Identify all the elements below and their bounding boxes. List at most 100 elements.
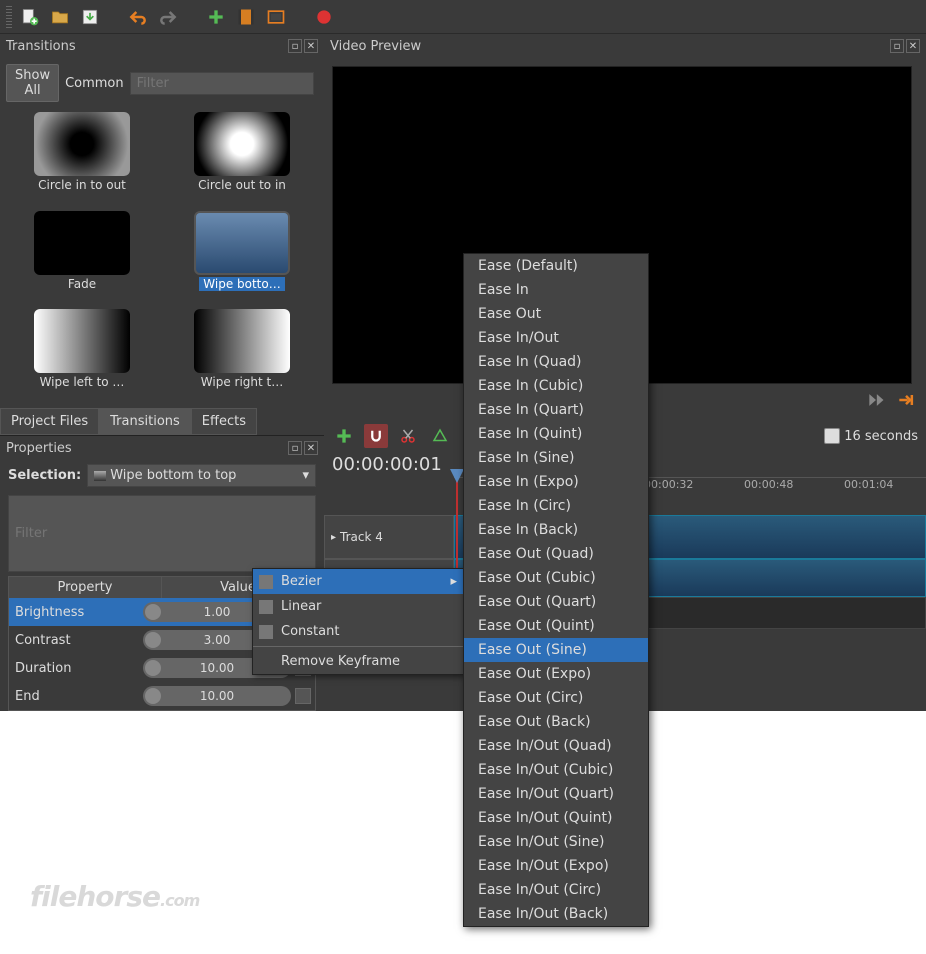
transition-thumb (194, 309, 290, 373)
timecode[interactable]: 00:00:00:01 (324, 452, 450, 477)
easing-item[interactable]: Ease (Default) (464, 254, 648, 278)
easing-item[interactable]: Ease Out (464, 302, 648, 326)
easing-item[interactable]: Ease In/Out (Sine) (464, 830, 648, 854)
transition-thumb (34, 309, 130, 373)
ctx-item-bezier[interactable]: Bezier▸ (253, 569, 463, 594)
jump-end-icon[interactable] (894, 388, 918, 412)
easing-item[interactable]: Ease In (Quad) (464, 350, 648, 374)
transitions-title-text: Transitions (6, 39, 76, 54)
easing-item[interactable]: Ease In/Out (Back) (464, 902, 648, 926)
properties-panel-title: Properties ▫ ✕ (0, 436, 324, 460)
redo-icon[interactable] (156, 5, 180, 29)
ctx-item-remove-keyframe[interactable]: Remove Keyframe (253, 649, 463, 674)
transition-item[interactable]: Wipe botto… (164, 211, 320, 306)
property-row[interactable]: End10.00 (9, 682, 315, 710)
undo-icon[interactable] (126, 5, 150, 29)
video-preview-title: Video Preview ▫ ✕ (324, 34, 926, 58)
panel-close-icon[interactable]: ✕ (304, 441, 318, 455)
transition-thumb (194, 211, 290, 275)
selection-combo[interactable]: Wipe bottom to top ▾ (87, 464, 316, 487)
transition-item[interactable]: Circle in to out (4, 112, 160, 207)
panel-tabs: Project FilesTransitionsEffects (0, 408, 324, 436)
easing-item[interactable]: Ease Out (Quad) (464, 542, 648, 566)
track-header[interactable]: Track 4 (324, 515, 454, 559)
tab-project-files[interactable]: Project Files (0, 408, 99, 435)
easing-item[interactable]: Ease Out (Back) (464, 710, 648, 734)
easing-item[interactable]: Ease Out (Expo) (464, 662, 648, 686)
easing-item[interactable]: Ease In (Quint) (464, 422, 648, 446)
transition-label: Fade (68, 277, 96, 291)
easing-item[interactable]: Ease Out (Quint) (464, 614, 648, 638)
panel-close-icon[interactable]: ✕ (304, 39, 318, 53)
easing-item[interactable]: Ease In (Cubic) (464, 374, 648, 398)
cut-icon[interactable] (396, 424, 420, 448)
ctx-item-linear[interactable]: Linear (253, 594, 463, 619)
save-file-icon[interactable] (78, 5, 102, 29)
add-icon[interactable] (204, 5, 228, 29)
easing-item[interactable]: Ease In/Out (Expo) (464, 854, 648, 878)
film-icon[interactable] (234, 5, 258, 29)
fullscreen-icon[interactable] (264, 5, 288, 29)
interp-icon (259, 600, 273, 614)
common-label[interactable]: Common (65, 76, 124, 91)
transition-item[interactable]: Wipe right t… (164, 309, 320, 404)
transition-filter-input[interactable] (130, 72, 314, 95)
fast-forward-icon[interactable] (864, 388, 888, 412)
transition-item[interactable]: Fade (4, 211, 160, 306)
property-name: Brightness (9, 605, 139, 620)
ctx-label: Remove Keyframe (281, 654, 400, 669)
easing-item[interactable]: Ease In (Quart) (464, 398, 648, 422)
record-icon[interactable] (312, 5, 336, 29)
transitions-grid: Circle in to out Circle out to in Fade Wipe… (0, 108, 324, 408)
property-slider[interactable]: 10.00 (143, 686, 291, 706)
track-name: Track 4 (340, 530, 383, 544)
transition-item[interactable]: Wipe left to … (4, 309, 160, 404)
show-all-button[interactable]: Show All (6, 64, 59, 102)
watermark: filehorse.com (30, 880, 199, 913)
easing-item[interactable]: Ease Out (Sine) (464, 638, 648, 662)
easing-item[interactable]: Ease In (Back) (464, 518, 648, 542)
transition-thumb (34, 211, 130, 275)
toolbar-grip[interactable] (6, 6, 12, 28)
snap-duration: 16 seconds (844, 429, 918, 444)
easing-item[interactable]: Ease In (Sine) (464, 446, 648, 470)
marker-add-icon[interactable] (428, 424, 452, 448)
new-file-icon[interactable] (18, 5, 42, 29)
easing-item[interactable]: Ease In/Out (Quint) (464, 806, 648, 830)
tab-transitions[interactable]: Transitions (99, 408, 191, 435)
open-file-icon[interactable] (48, 5, 72, 29)
panel-undock-icon[interactable]: ▫ (288, 441, 302, 455)
snap-icon[interactable] (364, 424, 388, 448)
easing-item[interactable]: Ease In/Out (464, 326, 648, 350)
property-name: Contrast (9, 633, 139, 648)
transition-label: Circle in to out (38, 178, 126, 192)
easing-item[interactable]: Ease Out (Quart) (464, 590, 648, 614)
easing-item[interactable]: Ease In/Out (Quad) (464, 734, 648, 758)
properties-filter-input[interactable] (8, 495, 316, 572)
easing-item[interactable]: Ease In/Out (Quart) (464, 782, 648, 806)
interp-icon (259, 625, 273, 639)
ctx-label: Bezier (281, 574, 322, 589)
easing-item[interactable]: Ease In (Expo) (464, 470, 648, 494)
ctx-label: Linear (281, 599, 321, 614)
tab-effects[interactable]: Effects (191, 408, 257, 435)
easing-item[interactable]: Ease In (Circ) (464, 494, 648, 518)
keyframe-icon[interactable] (295, 688, 311, 704)
video-preview-title-text: Video Preview (330, 39, 421, 54)
add-track-icon[interactable] (332, 424, 356, 448)
property-header: Property (9, 577, 162, 598)
ruler-tick: 00:00:48 (744, 478, 793, 491)
easing-item[interactable]: Ease Out (Circ) (464, 686, 648, 710)
panel-undock-icon[interactable]: ▫ (288, 39, 302, 53)
panel-close-icon[interactable]: ✕ (906, 39, 920, 53)
easing-item[interactable]: Ease Out (Cubic) (464, 566, 648, 590)
panel-undock-icon[interactable]: ▫ (890, 39, 904, 53)
easing-item[interactable]: Ease In/Out (Cubic) (464, 758, 648, 782)
transition-thumb (34, 112, 130, 176)
transition-item[interactable]: Circle out to in (164, 112, 320, 207)
snap-checkbox[interactable] (824, 428, 840, 444)
easing-item[interactable]: Ease In/Out (Circ) (464, 878, 648, 902)
ctx-item-constant[interactable]: Constant (253, 619, 463, 644)
transition-thumb (194, 112, 290, 176)
easing-item[interactable]: Ease In (464, 278, 648, 302)
